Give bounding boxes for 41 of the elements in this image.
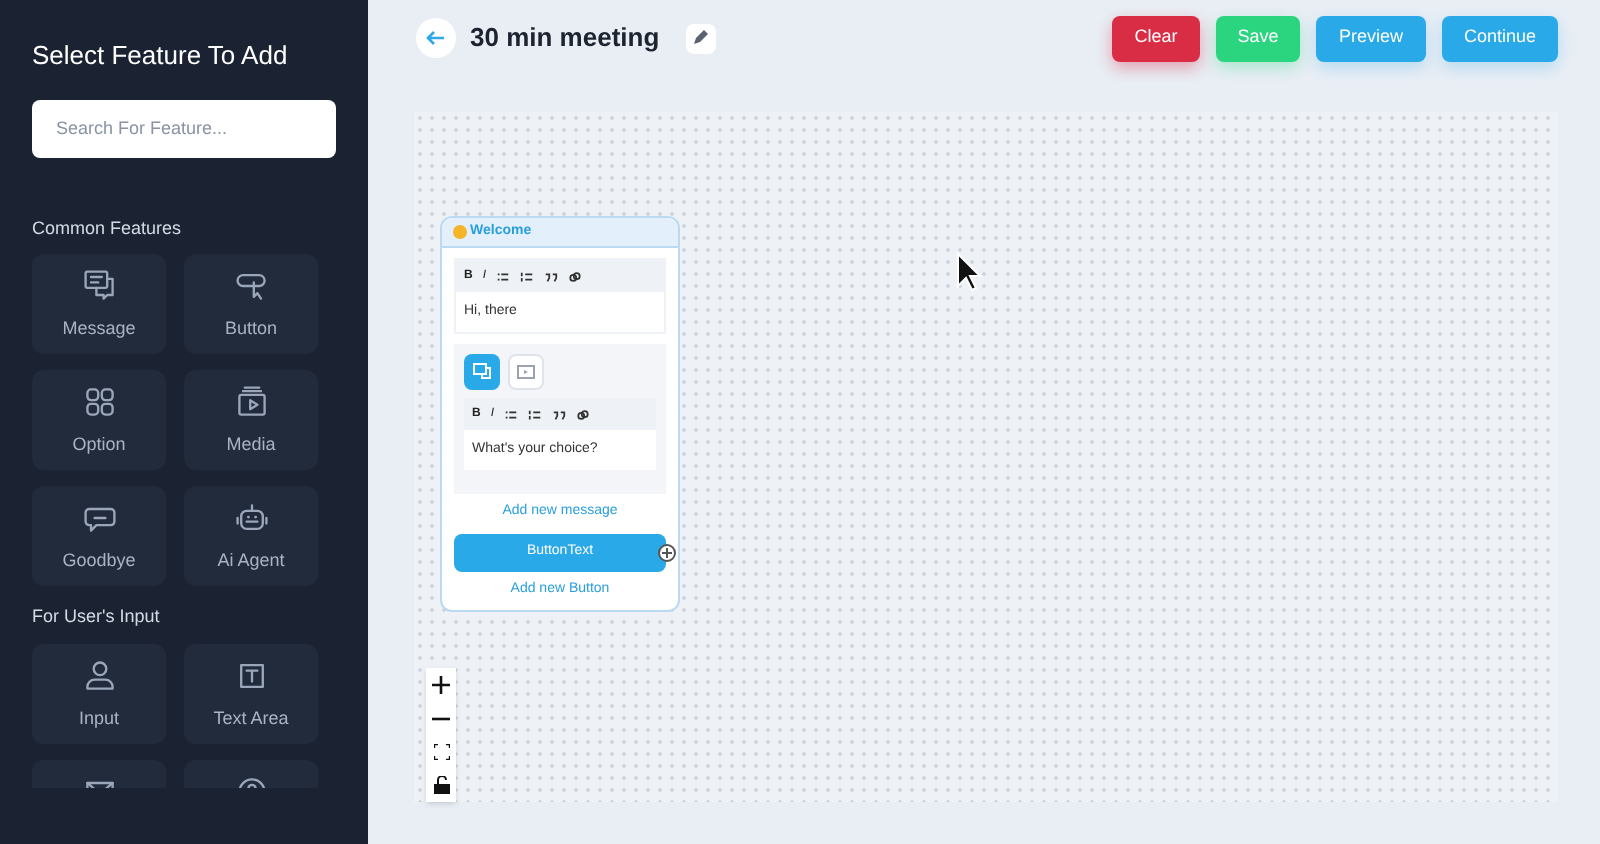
grid-icon — [81, 384, 117, 420]
content-type-tab[interactable] — [508, 354, 544, 390]
search-field[interactable]: Search For Feature... — [32, 99, 336, 157]
sidebar-title: Select Feature To Add — [32, 38, 290, 74]
bullet-list-icon[interactable] — [504, 407, 519, 421]
edit-title-button[interactable] — [685, 23, 716, 53]
section-title: For User's Input — [32, 604, 162, 630]
content-type-tab[interactable] — [464, 354, 500, 390]
lock-icon[interactable] — [433, 776, 449, 794]
feature-card[interactable]: Goodbye — [32, 486, 166, 586]
chat-bubbles-icon — [81, 268, 117, 304]
feature-card[interactable]: Message — [32, 254, 166, 354]
header-button[interactable]: Clear — [1112, 15, 1200, 61]
page-title: 30 min meeting — [470, 20, 660, 57]
feature-card[interactable]: Button — [184, 254, 318, 354]
mouse-cursor-icon — [956, 252, 982, 292]
link-icon[interactable] — [568, 269, 583, 283]
add-circle-icon[interactable] — [658, 543, 676, 561]
feature-card[interactable]: Ai Agent — [184, 486, 318, 586]
pointer-tap-icon — [233, 268, 269, 304]
chat-bubbles-icon — [472, 362, 492, 382]
bullet-list-icon[interactable] — [496, 269, 511, 283]
section-title: Common Features — [32, 215, 184, 241]
feature-card[interactable]: Media — [184, 370, 318, 470]
back-button[interactable] — [416, 18, 456, 58]
person-icon — [81, 657, 117, 693]
link-icon[interactable] — [576, 407, 591, 421]
play-screen-icon — [233, 384, 269, 420]
fit-view-icon[interactable] — [433, 744, 449, 760]
zoom-in-icon[interactable] — [432, 676, 450, 694]
play-screen-icon — [516, 362, 536, 382]
feature-card[interactable]: Input — [32, 643, 166, 743]
quote-icon[interactable] — [552, 407, 567, 421]
robot-icon — [233, 500, 269, 536]
numbered-list-icon[interactable] — [528, 407, 543, 421]
numbered-list-icon[interactable] — [520, 269, 535, 283]
feature-card[interactable]: Text Area — [184, 643, 318, 743]
back-arrow-icon — [426, 30, 446, 46]
quote-icon[interactable] — [544, 269, 559, 283]
pencil-icon — [692, 30, 709, 46]
feature-card[interactable]: Option — [32, 370, 166, 470]
